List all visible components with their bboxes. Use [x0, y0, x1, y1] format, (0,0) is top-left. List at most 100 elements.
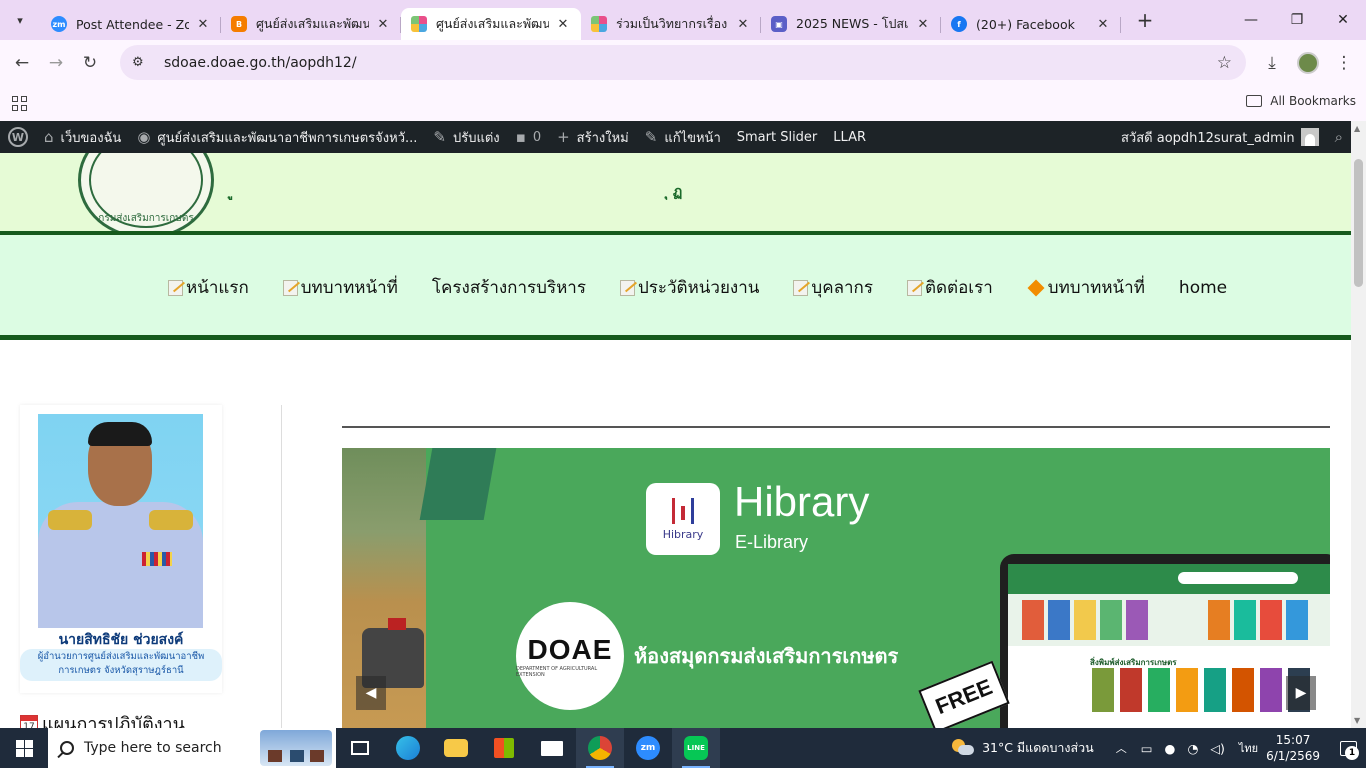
tab-search-chevron-icon[interactable]: ▾: [7, 7, 33, 33]
slider-prev-button[interactable]: ◀: [356, 676, 386, 710]
clock-time: 15:07: [1275, 733, 1311, 747]
nav-item-label: home: [1178, 277, 1228, 298]
chevron-up-icon[interactable]: ︿: [1116, 740, 1127, 756]
customize-menu[interactable]: ✎ ปรับแต่ง: [425, 121, 507, 153]
llar-menu[interactable]: LLAR: [825, 121, 874, 153]
tab-favicon-icon: B: [231, 16, 247, 32]
nav-item[interactable]: ติดต่อเรา: [906, 274, 993, 301]
image-slider[interactable]: Hibrary Hibrary E-Library DOAE DEPARTMEN…: [342, 448, 1330, 728]
notification-center-button[interactable]: 1: [1330, 728, 1366, 768]
director-title: ผู้อำนวยการศูนย์ส่งเสริมและพัฒนาอาชีพการ…: [37, 651, 205, 676]
director-card: นายสิทธิชัย ช่วยสงค์ ผู้อำนวยการศูนย์ส่ง…: [20, 405, 222, 693]
new-tab-button[interactable]: +: [1131, 6, 1159, 34]
apps-grid-icon[interactable]: [12, 96, 27, 111]
nav-item[interactable]: ประวัติหน่วยงาน: [619, 274, 759, 301]
comments-menu[interactable]: ▪ 0: [508, 121, 549, 153]
notification-count: 1: [1345, 746, 1359, 760]
browser-tab[interactable]: ร่วมเป็นวิทยากรเรื่อง “การ ✕: [581, 8, 761, 40]
microphone-icon[interactable]: ●: [1165, 741, 1176, 756]
scroll-down-icon[interactable]: ▼: [1354, 716, 1360, 725]
doae-dept-text: DEPARTMENT OF AGRICULTURAL EXTENSION: [516, 666, 598, 678]
tab-close-icon[interactable]: ✕: [1095, 17, 1111, 32]
forward-arrow-icon[interactable]: →: [39, 46, 73, 80]
scroll-up-icon[interactable]: ▲: [1354, 124, 1360, 133]
all-bookmarks-label: All Bookmarks: [1270, 94, 1356, 108]
tab-close-icon[interactable]: ✕: [735, 17, 751, 32]
slider-next-button[interactable]: ▶: [1286, 676, 1316, 710]
address-bar[interactable]: ⚙ sdoae.doae.go.th/aopdh12/ ☆: [120, 45, 1246, 80]
my-sites-label: เว็บของฉัน: [60, 130, 122, 146]
my-sites-menu[interactable]: ⌂ เว็บของฉัน: [36, 121, 129, 153]
smart-slider-menu[interactable]: Smart Slider: [729, 121, 826, 153]
search-icon[interactable]: ⌕: [1327, 121, 1351, 153]
all-bookmarks-button[interactable]: All Bookmarks: [1246, 94, 1356, 108]
page-scrollbar[interactable]: ▲ ▼: [1351, 121, 1366, 728]
nav-item[interactable]: บุคลากร: [793, 274, 873, 301]
volume-icon[interactable]: ◁): [1210, 741, 1225, 756]
content-divider: [342, 426, 1330, 428]
scrollbar-thumb[interactable]: [1354, 159, 1363, 287]
close-window-icon[interactable]: ✕: [1320, 0, 1366, 40]
site-settings-icon[interactable]: ⚙: [132, 55, 152, 70]
meet-now-icon[interactable]: ▭: [1141, 741, 1153, 756]
browser-tab[interactable]: ▣ 2025 NEWS - โปสเตอร์ ✕: [761, 8, 941, 40]
download-icon[interactable]: ⤓: [1255, 46, 1289, 80]
wifi-icon[interactable]: ◔: [1187, 741, 1198, 756]
edge-app-icon[interactable]: [384, 728, 432, 768]
profile-avatar[interactable]: [1297, 52, 1319, 74]
line-app-icon[interactable]: LINE: [672, 728, 720, 768]
browser-tab-strip: ▾ zm Post Attendee - Zoom ✕ B ศูนย์ส่งเสริมแ…: [0, 0, 1366, 40]
mail-app-icon[interactable]: [528, 728, 576, 768]
url-text[interactable]: sdoae.doae.go.th/aopdh12/: [164, 55, 357, 71]
browser-tab[interactable]: zm Post Attendee - Zoom ✕: [41, 8, 221, 40]
taskbar-search-box[interactable]: Type here to search: [48, 728, 336, 768]
menu-kebab-icon[interactable]: ⋮: [1327, 46, 1361, 80]
nav-item-label: บทบาทหน้าที่: [1047, 278, 1145, 298]
weather-icon[interactable]: [952, 739, 975, 757]
system-tray: 31°C มีแดดบางส่วน ︿ ▭ ● ◔ ◁) ไทย 15:07 6…: [952, 728, 1366, 768]
nav-item[interactable]: หน้าแรก: [168, 274, 249, 301]
nav-item-label: ติดต่อเรา: [924, 278, 993, 298]
site-name-label: ศูนย์ส่งเสริมและพัฒนาอาชีพการเกษตรจังหวั…: [157, 130, 418, 146]
new-content-menu[interactable]: + สร้างใหม่: [549, 121, 637, 153]
input-language[interactable]: ไทย: [1239, 739, 1258, 757]
windows-start-button[interactable]: [0, 728, 48, 768]
search-icon: [60, 741, 74, 755]
nav-item[interactable]: บทบาทหน้าที่: [1027, 274, 1145, 301]
tab-close-icon[interactable]: ✕: [375, 17, 391, 32]
reload-icon[interactable]: ↻: [73, 46, 107, 80]
file-explorer-app-icon[interactable]: [432, 728, 480, 768]
tab-close-icon[interactable]: ✕: [915, 17, 931, 32]
clock[interactable]: 15:07 6/1/2569: [1266, 732, 1320, 764]
restore-icon[interactable]: ❐: [1274, 0, 1320, 40]
library-text: ห้องสมุดกรมส่งเสริมการเกษตร: [634, 644, 899, 668]
bookmarks-bar: All Bookmarks: [0, 86, 1366, 121]
sidebar-divider: [281, 405, 282, 728]
browser-tab[interactable]: f (20+) Facebook ✕: [941, 8, 1121, 40]
nav-item-label: บทบาทหน้าที่: [300, 278, 398, 298]
browser-tab[interactable]: ศูนย์ส่งเสริมและพัฒนาอาชีพ ✕: [401, 8, 581, 40]
tab-separator: [1120, 17, 1121, 33]
pencil-icon: ✎: [644, 128, 658, 146]
bookmark-star-icon[interactable]: ☆: [1217, 53, 1232, 73]
laptop-screen: สิ่งพิมพ์ส่งเสริมการเกษตร: [1008, 564, 1330, 728]
task-view-button[interactable]: [336, 728, 384, 768]
weather-text[interactable]: 31°C มีแดดบางส่วน: [982, 738, 1094, 758]
chrome-app-icon[interactable]: [576, 728, 624, 768]
tab-close-icon[interactable]: ✕: [195, 17, 211, 32]
wordpress-logo-icon[interactable]: W: [0, 121, 36, 153]
back-arrow-icon[interactable]: ←: [5, 46, 39, 80]
nav-item[interactable]: โครงสร้างการบริหาร: [432, 274, 586, 301]
store-app-icon[interactable]: [480, 728, 528, 768]
edit-page-menu[interactable]: ✎ แก้ไขหน้า: [637, 121, 729, 153]
customize-label: ปรับแต่ง: [452, 130, 500, 146]
minimize-icon[interactable]: —: [1228, 0, 1274, 40]
account-menu[interactable]: สวัสดี aopdh12surat_admin: [1113, 121, 1327, 153]
tab-close-icon[interactable]: ✕: [555, 17, 571, 32]
site-name-menu[interactable]: ◉ ศูนย์ส่งเสริมและพัฒนาอาชีพการเกษตรจังหว…: [129, 121, 425, 153]
browser-tab[interactable]: B ศูนย์ส่งเสริมและพัฒนาอาชีพ ✕: [221, 8, 401, 40]
nav-item[interactable]: home: [1179, 278, 1227, 298]
nav-item[interactable]: บทบาทหน้าที่: [282, 274, 398, 301]
dashboard-icon: ◉: [137, 128, 151, 146]
zoom-app-icon[interactable]: zm: [624, 728, 672, 768]
